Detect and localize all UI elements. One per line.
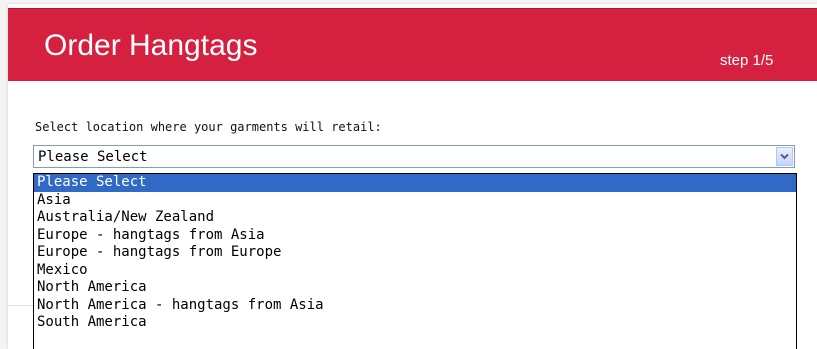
dropdown-option[interactable]: Asia [34,192,796,210]
dropdown-option[interactable]: North America - hangtags from Asia [34,297,796,315]
dropdown-option[interactable]: Europe - hangtags from Asia [34,227,796,245]
dropdown-option[interactable]: Please Select [34,174,796,192]
page-header: Order Hangtags step 1/5 [8,8,817,81]
step-indicator: step 1/5 [720,52,774,69]
divider [8,305,33,306]
dropdown-option[interactable]: North America [34,279,796,297]
location-dropdown-list[interactable]: Please Select Asia Australia/New Zealand… [33,173,797,349]
dropdown-option[interactable]: Mexico [34,262,796,280]
location-select[interactable]: Please Select [33,145,795,168]
dropdown-option[interactable]: South America [34,314,796,332]
location-label: Select location where your garments will… [35,120,382,134]
location-select-value: Please Select [38,149,148,165]
page-title: Order Hangtags [44,29,258,62]
dropdown-option[interactable]: Australia/New Zealand [34,209,796,227]
dropdown-option[interactable]: Europe - hangtags from Europe [34,244,796,262]
chevron-down-icon[interactable] [776,147,793,166]
